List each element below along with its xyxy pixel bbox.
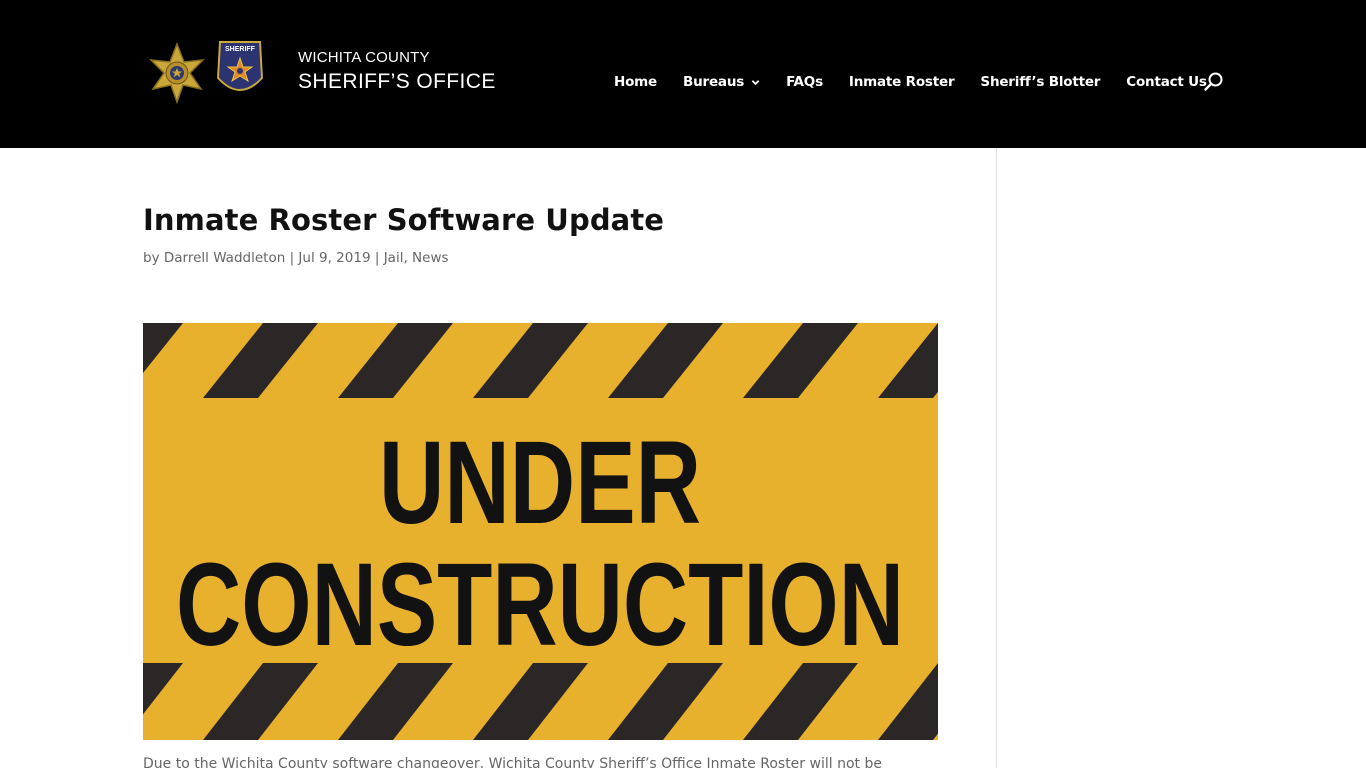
under-construction-graphic: UNDER CONSTRUCTION — [143, 323, 938, 740]
sheriff-star-badge-icon — [148, 42, 206, 104]
post-excerpt: Due to the Wichita County software chang… — [143, 756, 882, 768]
nav-item-contact-us[interactable]: Contact Us — [1126, 74, 1207, 90]
meta-separator: | — [289, 250, 295, 266]
author-link[interactable]: Darrell Waddleton — [164, 250, 285, 266]
chevron-down-icon — [751, 79, 760, 85]
post-title: Inmate Roster Software Update — [143, 203, 665, 237]
site-name-line2: SHERIFF’S OFFICE — [298, 70, 496, 93]
nav-item-label: Sheriff’s Blotter — [980, 74, 1101, 90]
image-text-under: UNDER — [379, 417, 701, 549]
nav-item-home[interactable]: Home — [614, 74, 657, 90]
image-text-construction: CONSTRUCTION — [176, 539, 904, 671]
main-nav: Home Bureaus FAQs Inmate Roster Sheriff’… — [614, 74, 1207, 94]
nav-item-bureaus[interactable]: Bureaus — [683, 74, 760, 90]
site-name-line1: WICHITA COUNTY — [298, 49, 430, 66]
nav-item-sheriffs-blotter[interactable]: Sheriff’s Blotter — [980, 74, 1100, 90]
category-link-jail[interactable]: Jail — [384, 250, 404, 266]
category-link-news[interactable]: News — [412, 250, 448, 266]
nav-item-label: Contact Us — [1126, 74, 1207, 90]
site-logo[interactable]: SHERIFF WICHITA COUNTY SHERIFF’S OFFICE — [145, 40, 505, 106]
meta-comma: , — [403, 250, 408, 266]
site-header: SHERIFF WICHITA COUNTY SHERIFF’S OFFICE … — [0, 0, 1366, 148]
search-icon[interactable] — [1203, 71, 1225, 93]
patch-label: SHERIFF — [225, 46, 256, 53]
nav-item-inmate-roster[interactable]: Inmate Roster — [849, 74, 955, 90]
meta-separator: | — [374, 250, 380, 266]
post-meta: by Darrell Waddleton | Jul 9, 2019 | Jai… — [143, 250, 449, 266]
sheriff-patch-icon: SHERIFF — [216, 41, 264, 91]
nav-item-label: Inmate Roster — [848, 74, 955, 90]
nav-item-label: Home — [614, 74, 657, 90]
sidebar-divider — [996, 148, 997, 768]
post-date: Jul 9, 2019 — [298, 250, 371, 266]
featured-image: UNDER CONSTRUCTION — [143, 323, 938, 740]
nav-item-label: FAQs — [786, 74, 823, 90]
nav-item-faqs[interactable]: FAQs — [786, 74, 823, 90]
meta-by: by — [143, 250, 160, 266]
nav-item-label: Bureaus — [683, 74, 745, 90]
